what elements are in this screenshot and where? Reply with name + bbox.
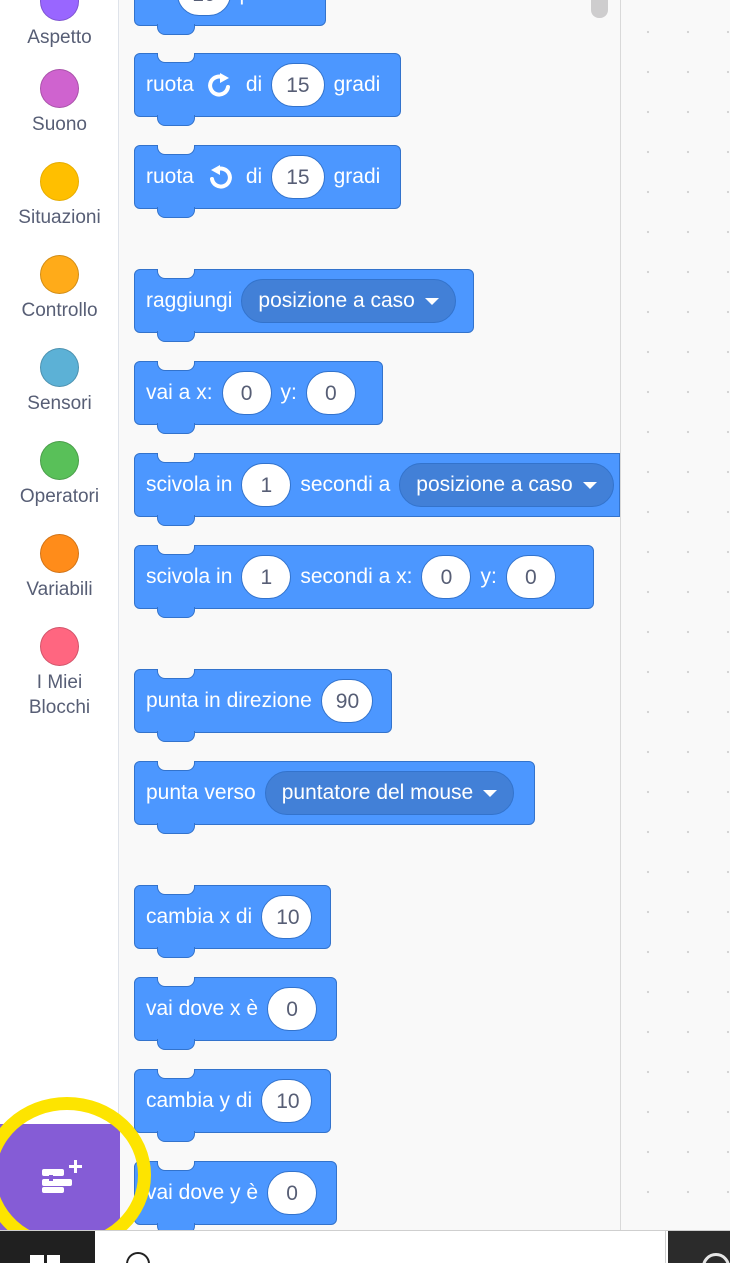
block-change-x[interactable]: cambia x di 10 <box>134 885 331 958</box>
sound-color-dot <box>40 69 79 108</box>
category-label: Sensori <box>27 393 92 414</box>
block-go-to-xy[interactable]: vai a x: 0 y: 0 <box>134 361 383 434</box>
block-text: vai dove x è <box>146 997 259 1020</box>
block-text: y: <box>480 565 497 588</box>
seconds-input[interactable]: 1 <box>241 463 292 507</box>
block-set-y[interactable]: vai dove y è 0 <box>134 1161 337 1234</box>
x-input[interactable]: 0 <box>421 555 472 599</box>
dropdown-arrow-icon <box>424 297 439 305</box>
block-glide-to[interactable]: scivola in 1 secondi a posizione a caso <box>134 453 620 526</box>
dropdown-arrow-icon <box>483 789 498 797</box>
events-color-dot <box>40 162 79 201</box>
block-turn-left[interactable]: ruota di 15 gradi <box>134 145 401 218</box>
block-point-towards[interactable]: punta verso puntatore del mouse <box>134 761 535 834</box>
category-label: Variabili <box>26 579 93 600</box>
category-variables[interactable]: Variabili <box>0 534 119 602</box>
block-text: gradi <box>333 165 381 188</box>
steps-input[interactable]: 10 <box>177 0 231 16</box>
y-change-input[interactable]: 10 <box>261 1079 312 1123</box>
block-text: raggiungi <box>146 289 233 312</box>
block-set-x[interactable]: vai dove x è 0 <box>134 977 337 1050</box>
block-text: punta verso <box>146 781 256 804</box>
block-text: di <box>245 165 263 188</box>
category-sidebar: Aspetto Suono Situazioni Controllo Senso… <box>0 0 119 1230</box>
category-label: Operatori <box>19 486 100 507</box>
block-point-in-direction[interactable]: punta in direzione 90 <box>134 669 392 742</box>
category-label: Suono <box>32 114 87 135</box>
category-my-blocks[interactable]: I Miei Blocchi <box>0 627 119 720</box>
variables-color-dot <box>40 534 79 573</box>
dropdown-value: puntatore del mouse <box>281 781 474 804</box>
x-change-input[interactable]: 10 <box>261 895 312 939</box>
y-value-input[interactable]: 0 <box>267 1171 318 1215</box>
sensing-color-dot <box>40 348 79 387</box>
block-text: di <box>245 73 263 96</box>
block-text: punta in direzione <box>146 689 312 712</box>
looks-color-dot <box>40 0 79 21</box>
start-button[interactable] <box>0 1231 95 1263</box>
degrees-input[interactable]: 15 <box>271 155 325 199</box>
category-sensing[interactable]: Sensori <box>0 348 119 416</box>
category-label: Controllo <box>21 300 98 321</box>
block-text: ruota <box>146 165 194 188</box>
block-text: cambia x di <box>146 905 253 928</box>
block-text: secondi a <box>300 473 391 496</box>
seconds-input[interactable]: 1 <box>241 555 292 599</box>
block-text: secondi a x: <box>300 565 413 588</box>
dropdown-arrow-icon <box>582 481 597 489</box>
block-change-y[interactable]: cambia y di 10 <box>134 1069 331 1142</box>
block-text: passi <box>240 0 289 6</box>
dropdown-value: posizione a caso <box>258 289 415 312</box>
add-extension-button[interactable] <box>0 1124 120 1230</box>
x-input[interactable]: 0 <box>221 371 272 415</box>
x-value-input[interactable]: 0 <box>267 987 318 1031</box>
control-color-dot <box>40 255 79 294</box>
block-text: ruota <box>146 73 194 96</box>
block-text: vai dove y è <box>146 1181 259 1204</box>
dropdown-value: posizione a caso <box>416 473 573 496</box>
block-text: y: <box>280 381 297 404</box>
category-operators[interactable]: Operatori <box>0 441 119 509</box>
category-label: I Miei Blocchi <box>28 672 91 718</box>
category-control[interactable]: Controllo <box>0 255 119 323</box>
target-dropdown[interactable]: posizione a caso <box>399 463 614 507</box>
category-looks[interactable]: Aspetto <box>0 0 119 50</box>
category-sound[interactable]: Suono <box>0 69 119 137</box>
degrees-input[interactable]: 15 <box>271 63 325 107</box>
rotate-counterclockwise-icon <box>209 165 232 189</box>
block-text: scivola in <box>146 473 233 496</box>
windows-logo-icon <box>30 1255 60 1263</box>
block-text: fai <box>146 0 168 6</box>
y-input[interactable]: 0 <box>305 371 356 415</box>
rotate-clockwise-icon <box>208 73 230 97</box>
category-label: Situazioni <box>18 207 101 228</box>
category-label: Aspetto <box>27 27 92 48</box>
os-taskbar <box>0 1230 730 1263</box>
block-text: scivola in <box>146 565 233 588</box>
block-go-to[interactable]: raggiungi posizione a caso <box>134 269 474 342</box>
direction-input[interactable]: 90 <box>320 679 373 723</box>
operators-color-dot <box>40 441 79 480</box>
taskbar-search[interactable] <box>96 1231 666 1263</box>
my-blocks-color-dot <box>40 627 79 666</box>
block-turn-right[interactable]: ruota di 15 gradi <box>134 53 401 126</box>
block-glide-to-xy[interactable]: scivola in 1 secondi a x: 0 y: 0 <box>134 545 594 618</box>
target-dropdown[interactable]: puntatore del mouse <box>264 771 515 815</box>
block-text: vai a x: <box>146 381 213 404</box>
scratch-editor: Aspetto Suono Situazioni Controllo Senso… <box>0 0 730 1263</box>
block-move-steps[interactable]: fai 10 passi <box>134 0 326 35</box>
block-text: cambia y di <box>146 1089 253 1112</box>
block-text: gradi <box>333 73 381 96</box>
script-area[interactable] <box>621 0 730 1230</box>
palette-scrollbar[interactable] <box>591 0 608 18</box>
y-input[interactable]: 0 <box>505 555 556 599</box>
category-events[interactable]: Situazioni <box>0 162 119 230</box>
add-extension-icon <box>42 1160 82 1193</box>
target-dropdown[interactable]: posizione a caso <box>241 279 456 323</box>
